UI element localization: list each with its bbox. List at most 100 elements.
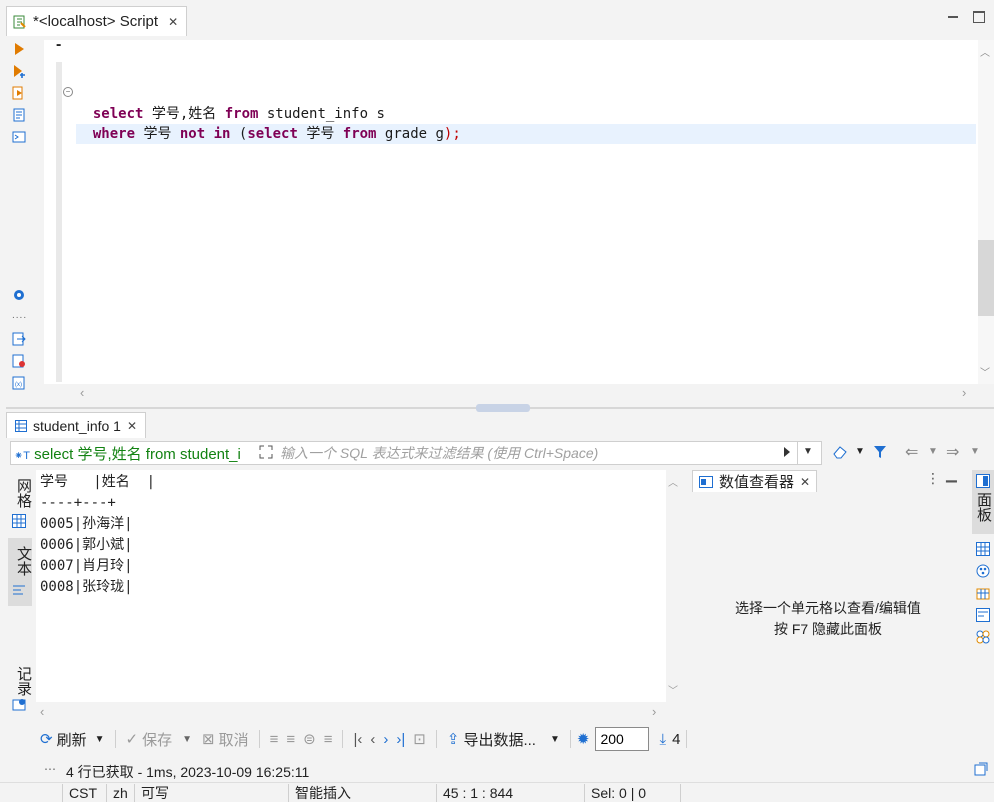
settings-gear-icon[interactable]	[12, 288, 26, 302]
last-page-icon[interactable]: ›|	[392, 731, 409, 748]
grid-icon[interactable]	[12, 514, 26, 528]
close-icon[interactable]: ✕	[127, 419, 137, 433]
status-mode: 可写	[134, 784, 286, 802]
eraser-dropdown-icon[interactable]: ▼	[855, 446, 865, 457]
cancel-button[interactable]: ⊠ 取消	[198, 729, 253, 750]
edit-row-icon[interactable]: ≡	[266, 731, 283, 748]
next-page-icon[interactable]: ›	[379, 731, 392, 748]
prev-page-icon[interactable]: ‹	[366, 731, 379, 748]
table-row[interactable]: 0006|郭小斌|	[40, 535, 133, 556]
maximize-icon[interactable]	[972, 10, 986, 23]
minimize-icon[interactable]: ▁	[946, 466, 957, 483]
table-row[interactable]: 0005|孙海洋|	[40, 514, 133, 535]
keyword: select	[247, 126, 298, 142]
scroll-right-icon[interactable]: ›	[652, 704, 656, 719]
back-icon[interactable]: ⇐	[905, 442, 918, 462]
explain-plan-icon[interactable]	[12, 108, 26, 122]
scroll-down-icon[interactable]: ﹀	[980, 364, 990, 379]
close-icon[interactable]: ✕	[168, 15, 178, 29]
results-tab[interactable]: student_info 1 ✕	[6, 412, 147, 438]
results-text-view[interactable]: 学号 |姓名 | ----+---+ 0005|孙海洋| 0006|郭小斌| 0…	[36, 470, 666, 702]
fetch-size-input[interactable]	[595, 727, 650, 751]
editor-scroll-thumb[interactable]	[978, 240, 994, 316]
error-log-icon[interactable]	[12, 354, 26, 368]
export-icon[interactable]	[12, 332, 26, 346]
expand-icon[interactable]	[258, 444, 274, 460]
status-position: 45 : 1 : 844	[436, 784, 584, 802]
restore-panel-icon[interactable]	[974, 762, 988, 776]
text-header: 学号 |姓名 |	[40, 474, 156, 490]
eraser-icon[interactable]	[832, 444, 850, 460]
grid-icon[interactable]	[976, 542, 990, 556]
filter-query-label[interactable]: ⁕T select 学号,姓名 from student_i	[14, 443, 241, 464]
copy-row-icon[interactable]: ⊜	[299, 730, 320, 748]
tab-record[interactable]: 记录	[14, 666, 32, 696]
punctuation: );	[443, 126, 461, 142]
keyword: from	[342, 126, 377, 142]
back-dropdown-icon[interactable]: ▼	[928, 446, 938, 457]
record-icon[interactable]	[12, 698, 26, 712]
table-row[interactable]: 0007|肖月玲|	[40, 556, 133, 577]
export-data-button[interactable]: ⇪ 导出数据...	[443, 729, 540, 750]
scroll-left-icon[interactable]: ‹	[40, 704, 44, 719]
editor-horizontal-scrollbar[interactable]	[76, 384, 976, 402]
cursor-marker: -	[56, 36, 62, 53]
results-toolbar: ⟳ 刷新 ▼ ✓ 保存 ▼ ⊠ 取消 ≡ ≡ ⊜ ≡ |‹ ‹ › ›| ⊡ ⇪…	[36, 726, 986, 752]
variables-icon[interactable]: (x)	[12, 376, 26, 390]
save-button[interactable]: ✓ 保存	[122, 729, 177, 750]
apply-filter-icon[interactable]	[782, 446, 792, 458]
save-dropdown-icon[interactable]: ▼	[182, 734, 192, 745]
export-dropdown-icon[interactable]: ▼	[550, 734, 560, 745]
add-row-icon[interactable]: ≡	[282, 731, 299, 748]
editor-tab-script[interactable]: *<localhost> Script ✕	[6, 6, 188, 36]
minimize-icon[interactable]	[946, 10, 960, 22]
code-line-2[interactable]: where 学号 not in (select 学号 from grade g)…	[76, 104, 461, 144]
fetch-size-icon[interactable]: ⤓	[659, 731, 666, 748]
scroll-up-icon[interactable]: ︿	[980, 44, 990, 59]
execute-new-tab-icon[interactable]	[12, 64, 26, 78]
fetch-all-icon[interactable]: ⊡	[409, 730, 430, 748]
fold-collapse-icon[interactable]: −	[63, 87, 73, 97]
scroll-up-icon[interactable]: ︿	[668, 474, 678, 489]
forward-dropdown-icon[interactable]: ▼	[970, 446, 980, 457]
execute-script-icon[interactable]	[12, 86, 26, 100]
refresh-dropdown-icon[interactable]: ▼	[95, 734, 105, 745]
status-selection: Sel: 0 | 0	[584, 784, 680, 802]
editor-tab-title: *<localhost> Script	[33, 13, 159, 30]
view-menu-icon[interactable]: ⋮	[926, 470, 940, 487]
filter-input[interactable]	[280, 443, 760, 463]
identifier: 学号	[135, 126, 180, 142]
refresh-button[interactable]: ⟳ 刷新	[36, 729, 91, 750]
calc-icon[interactable]	[976, 586, 990, 600]
settings-gear-icon[interactable]: ✹	[577, 730, 590, 748]
panels-icon[interactable]	[976, 474, 990, 488]
close-icon[interactable]: ✕	[800, 475, 810, 489]
scroll-left-icon[interactable]: ‹	[80, 385, 84, 400]
value-viewer-tab[interactable]: 数值查看器 ✕	[692, 470, 818, 492]
divider-toggle-icon[interactable]	[476, 404, 530, 412]
text-icon[interactable]	[12, 584, 26, 598]
filter-icon[interactable]	[872, 444, 888, 460]
first-page-icon[interactable]: |‹	[349, 731, 366, 748]
separator	[686, 730, 688, 748]
delete-row-icon[interactable]: ≡	[320, 731, 337, 748]
execute-statement-icon[interactable]	[12, 42, 26, 56]
separator	[258, 730, 260, 748]
tab-grid[interactable]: 网格	[14, 478, 32, 508]
history-dropdown-icon[interactable]: ▼	[803, 446, 813, 457]
console-icon[interactable]	[12, 130, 26, 144]
status-timezone: CST	[62, 784, 106, 802]
scroll-down-icon[interactable]: ﹀	[668, 682, 678, 697]
more-icon[interactable]: ....	[12, 310, 26, 324]
forward-icon[interactable]: ⇒	[946, 442, 959, 462]
editor-vertical-scrollbar[interactable]	[978, 40, 994, 384]
metadata-icon[interactable]	[976, 608, 990, 622]
separator	[114, 730, 116, 748]
scroll-right-icon[interactable]: ›	[962, 385, 966, 400]
editor-ruler	[56, 62, 62, 382]
table-row[interactable]: 0008|张玲珑|	[40, 577, 133, 598]
references-icon[interactable]	[976, 630, 990, 644]
group-icon[interactable]	[976, 564, 990, 578]
tab-text[interactable]: 文本	[14, 546, 32, 576]
tab-panels[interactable]: 面板	[974, 492, 992, 522]
